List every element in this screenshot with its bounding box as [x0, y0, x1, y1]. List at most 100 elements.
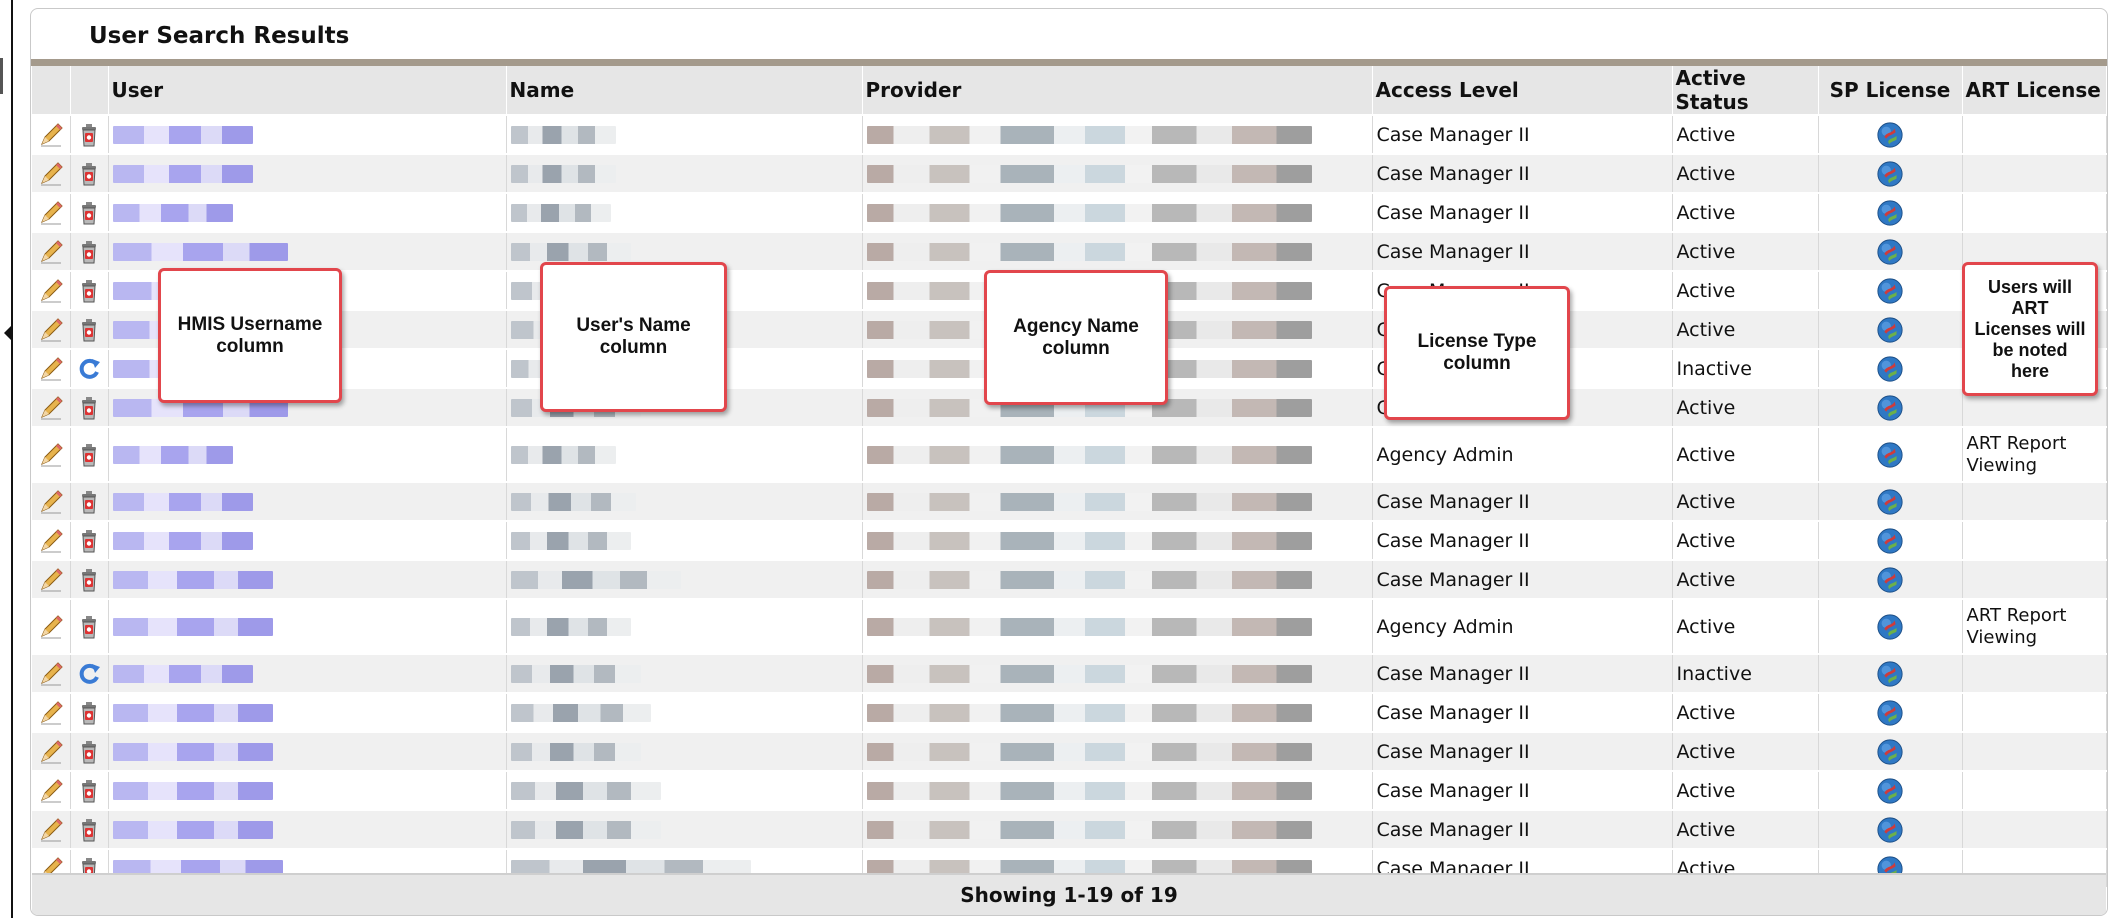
edit-icon[interactable]: [32, 427, 71, 483]
sp-license-globe-icon[interactable]: [1818, 521, 1963, 561]
delete-icon[interactable]: [70, 154, 109, 194]
delete-icon[interactable]: [70, 388, 109, 428]
edit-icon[interactable]: [32, 521, 71, 561]
edit-icon[interactable]: [32, 193, 71, 233]
edit-icon[interactable]: [32, 810, 71, 850]
delete-icon[interactable]: [70, 810, 109, 850]
user-cell[interactable]: [108, 560, 507, 600]
col-header-access-level[interactable]: Access Level: [1372, 66, 1673, 116]
sp-license-globe-icon[interactable]: [1818, 310, 1963, 350]
active-status-cell: Active: [1672, 810, 1819, 850]
provider-cell: [862, 732, 1373, 772]
user-cell[interactable]: [108, 427, 507, 483]
edit-icon[interactable]: [32, 154, 71, 194]
edit-icon[interactable]: [32, 115, 71, 155]
edit-icon[interactable]: [32, 482, 71, 522]
table-row[interactable]: Case Manager IIActive: [32, 732, 2107, 772]
user-cell[interactable]: [108, 693, 507, 733]
edit-icon[interactable]: [32, 271, 71, 311]
art-license-cell: [1962, 560, 2107, 600]
table-row[interactable]: Case Manager IIActive: [32, 693, 2107, 733]
table-row[interactable]: Case Manager IIInactive: [32, 654, 2107, 694]
table-row[interactable]: Agency Admin Active ART Report Viewing: [32, 599, 2107, 655]
active-status-cell: Active: [1672, 388, 1819, 428]
edit-icon[interactable]: [32, 349, 71, 389]
col-header-user[interactable]: User: [108, 66, 507, 116]
table-row[interactable]: Case Manager IIActive: [32, 771, 2107, 811]
callout-agency-column: Agency Name column: [984, 270, 1168, 405]
table-row[interactable]: Case Manager IIActive: [32, 560, 2107, 600]
user-cell[interactable]: [108, 599, 507, 655]
edit-icon[interactable]: [32, 771, 71, 811]
delete-icon[interactable]: [70, 193, 109, 233]
delete-icon[interactable]: [70, 232, 109, 272]
active-status-cell: Active: [1672, 154, 1819, 194]
sp-license-globe-icon[interactable]: [1818, 693, 1963, 733]
table-row[interactable]: Case Manager IIActive: [32, 521, 2107, 561]
sp-license-globe-icon[interactable]: [1818, 154, 1963, 194]
table-row[interactable]: Case Manager IIActive: [32, 482, 2107, 522]
user-cell[interactable]: [108, 193, 507, 233]
edit-icon[interactable]: [32, 693, 71, 733]
table-row[interactable]: Case Manager IIActive: [32, 193, 2107, 233]
delete-icon[interactable]: [70, 310, 109, 350]
sp-license-globe-icon[interactable]: [1818, 482, 1963, 522]
user-cell[interactable]: [108, 521, 507, 561]
sp-license-globe-icon[interactable]: [1818, 271, 1963, 311]
col-header-provider[interactable]: Provider: [862, 66, 1373, 116]
user-cell[interactable]: [108, 115, 507, 155]
collapse-arrow-icon[interactable]: [4, 326, 11, 340]
col-header-sp-license[interactable]: SP License: [1818, 66, 1963, 116]
reactivate-icon[interactable]: [70, 349, 109, 389]
edit-icon[interactable]: [32, 599, 71, 655]
delete-icon[interactable]: [70, 115, 109, 155]
edit-icon[interactable]: [32, 654, 71, 694]
sp-license-globe-icon[interactable]: [1818, 810, 1963, 850]
user-cell[interactable]: [108, 232, 507, 272]
sp-license-globe-icon[interactable]: [1818, 599, 1963, 655]
user-cell[interactable]: [108, 654, 507, 694]
reactivate-icon[interactable]: [70, 654, 109, 694]
edit-icon[interactable]: [32, 388, 71, 428]
table-row[interactable]: Case Manager IIActive: [32, 154, 2107, 194]
user-cell[interactable]: [108, 810, 507, 850]
table-row[interactable]: Agency Admin Active ART Report Viewing: [32, 427, 2107, 483]
user-cell[interactable]: [108, 154, 507, 194]
name-cell: [506, 771, 863, 811]
sp-license-globe-icon[interactable]: [1818, 732, 1963, 772]
delete-icon[interactable]: [70, 521, 109, 561]
delete-icon[interactable]: [70, 271, 109, 311]
delete-icon[interactable]: [70, 560, 109, 600]
col-header-active-status[interactable]: Active Status: [1672, 66, 1819, 116]
edit-icon[interactable]: [32, 732, 71, 772]
sp-license-globe-icon[interactable]: [1818, 654, 1963, 694]
col-header-art-license[interactable]: ART License: [1962, 66, 2107, 116]
sp-license-globe-icon[interactable]: [1818, 388, 1963, 428]
user-cell[interactable]: [108, 482, 507, 522]
delete-icon[interactable]: [70, 693, 109, 733]
sp-license-globe-icon[interactable]: [1818, 193, 1963, 233]
delete-icon[interactable]: [70, 599, 109, 655]
delete-icon[interactable]: [70, 771, 109, 811]
art-license-cell: [1962, 732, 2107, 772]
sp-license-globe-icon[interactable]: [1818, 560, 1963, 600]
edit-icon[interactable]: [32, 232, 71, 272]
table-row[interactable]: Case Manager IIActive: [32, 232, 2107, 272]
user-cell[interactable]: [108, 771, 507, 811]
table-row[interactable]: Case Manager IIActive: [32, 115, 2107, 155]
sp-license-globe-icon[interactable]: [1818, 232, 1963, 272]
sp-license-globe-icon[interactable]: [1818, 349, 1963, 389]
col-header-name[interactable]: Name: [506, 66, 863, 116]
name-cell: [506, 599, 863, 655]
edit-icon[interactable]: [32, 560, 71, 600]
sp-license-globe-icon[interactable]: [1818, 771, 1963, 811]
edit-icon[interactable]: [32, 310, 71, 350]
table-row[interactable]: Case Manager IIActive: [32, 810, 2107, 850]
delete-icon[interactable]: [70, 732, 109, 772]
provider-cell: [862, 599, 1373, 655]
user-cell[interactable]: [108, 732, 507, 772]
sp-license-globe-icon[interactable]: [1818, 115, 1963, 155]
delete-icon[interactable]: [70, 482, 109, 522]
sp-license-globe-icon[interactable]: [1818, 427, 1963, 483]
delete-icon[interactable]: [70, 427, 109, 483]
